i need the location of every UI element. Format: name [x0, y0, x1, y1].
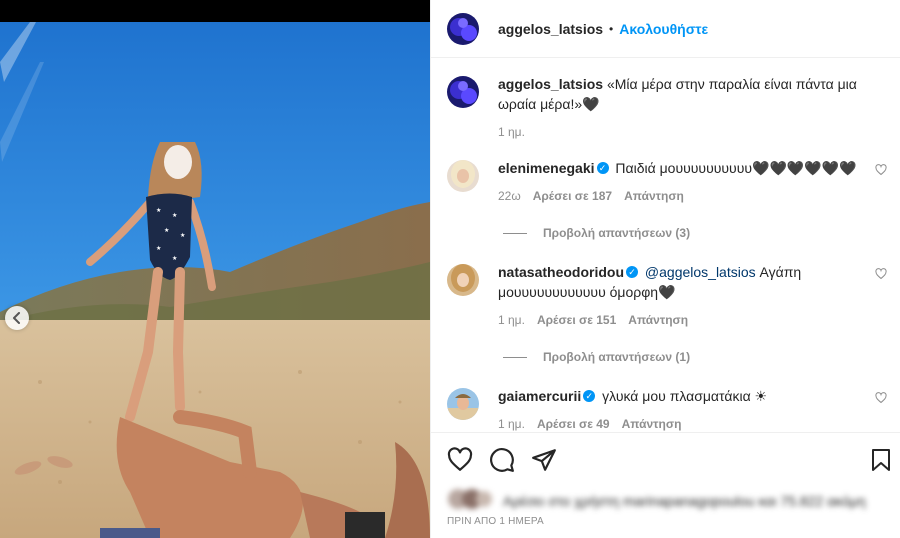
view-replies-button[interactable]: Προβολή απαντήσεων (1) — [503, 350, 690, 364]
header-separator: • — [609, 21, 614, 36]
comment-mention[interactable]: @aggelos_latsios — [645, 264, 756, 280]
commenter-avatar[interactable] — [447, 160, 479, 192]
svg-text:★: ★ — [156, 245, 161, 252]
comments-list[interactable]: aggelos_latsios «Μία μέρα στην παραλία ε… — [431, 58, 900, 432]
comment-likes[interactable]: Αρέσει σε 49 — [537, 414, 610, 432]
author-username[interactable]: aggelos_latsios — [498, 21, 603, 37]
caption-username[interactable]: aggelos_latsios — [498, 76, 603, 92]
top-black-bar — [0, 0, 430, 22]
view-replies-label: Προβολή απαντήσεων (1) — [543, 350, 691, 364]
comment-item: natasatheodoridou ✓ @aggelos_latsios Αγάπ… — [447, 262, 887, 330]
comment-like-heart-icon[interactable] — [875, 268, 887, 283]
reply-button[interactable]: Απάντηση — [622, 414, 682, 432]
reply-button[interactable]: Απάντηση — [628, 310, 688, 330]
commenter-avatar[interactable] — [447, 264, 479, 296]
verified-badge-icon: ✓ — [583, 390, 596, 403]
caption-time[interactable]: 1 ημ. — [498, 122, 525, 142]
comment-likes[interactable]: Αρέσει σε 151 — [537, 310, 616, 330]
view-replies-button[interactable]: Προβολή απαντήσεων (3) — [503, 226, 690, 240]
comment-username[interactable]: elenimenegaki — [498, 160, 595, 176]
comment-item: elenimenegaki ✓ Παιδιά μουυυυυυυυυυ🖤🖤🖤🖤🖤🖤… — [447, 158, 887, 206]
post-timestamp[interactable]: ΠΡΙΝ ΑΠΟ 1 ΗΜΕΡΑ — [447, 516, 544, 527]
author-avatar[interactable] — [447, 12, 479, 45]
comment-time[interactable]: 1 ημ. — [498, 310, 525, 330]
comment-text: Παιδιά μουυυυυυυυυυ🖤🖤🖤🖤🖤🖤 — [615, 160, 857, 176]
comment-username[interactable]: natasatheodoridou — [498, 264, 624, 280]
comment-like-heart-icon[interactable] — [875, 164, 887, 179]
view-replies-label: Προβολή απαντήσεων (3) — [543, 226, 691, 240]
comment-item: gaiamercurii ✓ γλυκά μου πλασματάκια ☀ 1 … — [447, 386, 887, 432]
likes-summary[interactable]: Αρέσει στο χρήστη marinapanagopoulou και… — [447, 488, 866, 513]
post-side-panel: aggelos_latsios • Ακολουθήστε aggelos_la… — [430, 0, 900, 538]
comment-time[interactable]: 22ω — [498, 186, 521, 206]
view-replies-line — [503, 232, 527, 234]
verified-badge-icon: ✓ — [626, 266, 639, 279]
svg-text:★: ★ — [164, 227, 169, 234]
svg-text:★: ★ — [156, 207, 161, 214]
comment-like-heart-icon[interactable] — [875, 392, 887, 407]
comment-text: γλυκά μου πλασματάκια ☀ — [602, 388, 768, 404]
comment-username[interactable]: gaiamercurii — [498, 388, 581, 404]
reply-button[interactable]: Απάντηση — [624, 186, 684, 206]
likes-summary-text: Αρέσει στο χρήστη marinapanagopoulou και… — [503, 492, 866, 509]
svg-text:★: ★ — [180, 232, 185, 239]
comment-time[interactable]: 1 ημ. — [498, 414, 525, 432]
action-bar — [431, 432, 900, 488]
comment-icon[interactable] — [489, 447, 517, 475]
liker-avatar — [447, 488, 493, 513]
send-icon[interactable] — [531, 447, 559, 475]
svg-text:★: ★ — [172, 255, 177, 262]
post-header: aggelos_latsios • Ακολουθήστε — [431, 0, 900, 58]
bookmark-icon[interactable] — [869, 447, 897, 475]
post-photo[interactable]: ★ ★ ★ ★ ★ ★ — [0, 22, 430, 538]
heart-icon[interactable] — [447, 447, 475, 475]
verified-badge-icon: ✓ — [596, 162, 609, 175]
follow-button[interactable]: Ακολουθήστε — [619, 21, 708, 37]
chevron-left-icon — [12, 312, 22, 324]
comment-likes[interactable]: Αρέσει σε 187 — [533, 186, 612, 206]
commenter-avatar[interactable] — [447, 388, 479, 420]
caption: aggelos_latsios «Μία μέρα στην παραλία ε… — [447, 74, 887, 142]
carousel-prev-button[interactable] — [5, 306, 29, 330]
view-replies-line — [503, 356, 527, 358]
caption-emoji: 🖤 — [582, 96, 600, 112]
caption-avatar[interactable] — [447, 76, 479, 108]
svg-text:★: ★ — [172, 212, 177, 219]
